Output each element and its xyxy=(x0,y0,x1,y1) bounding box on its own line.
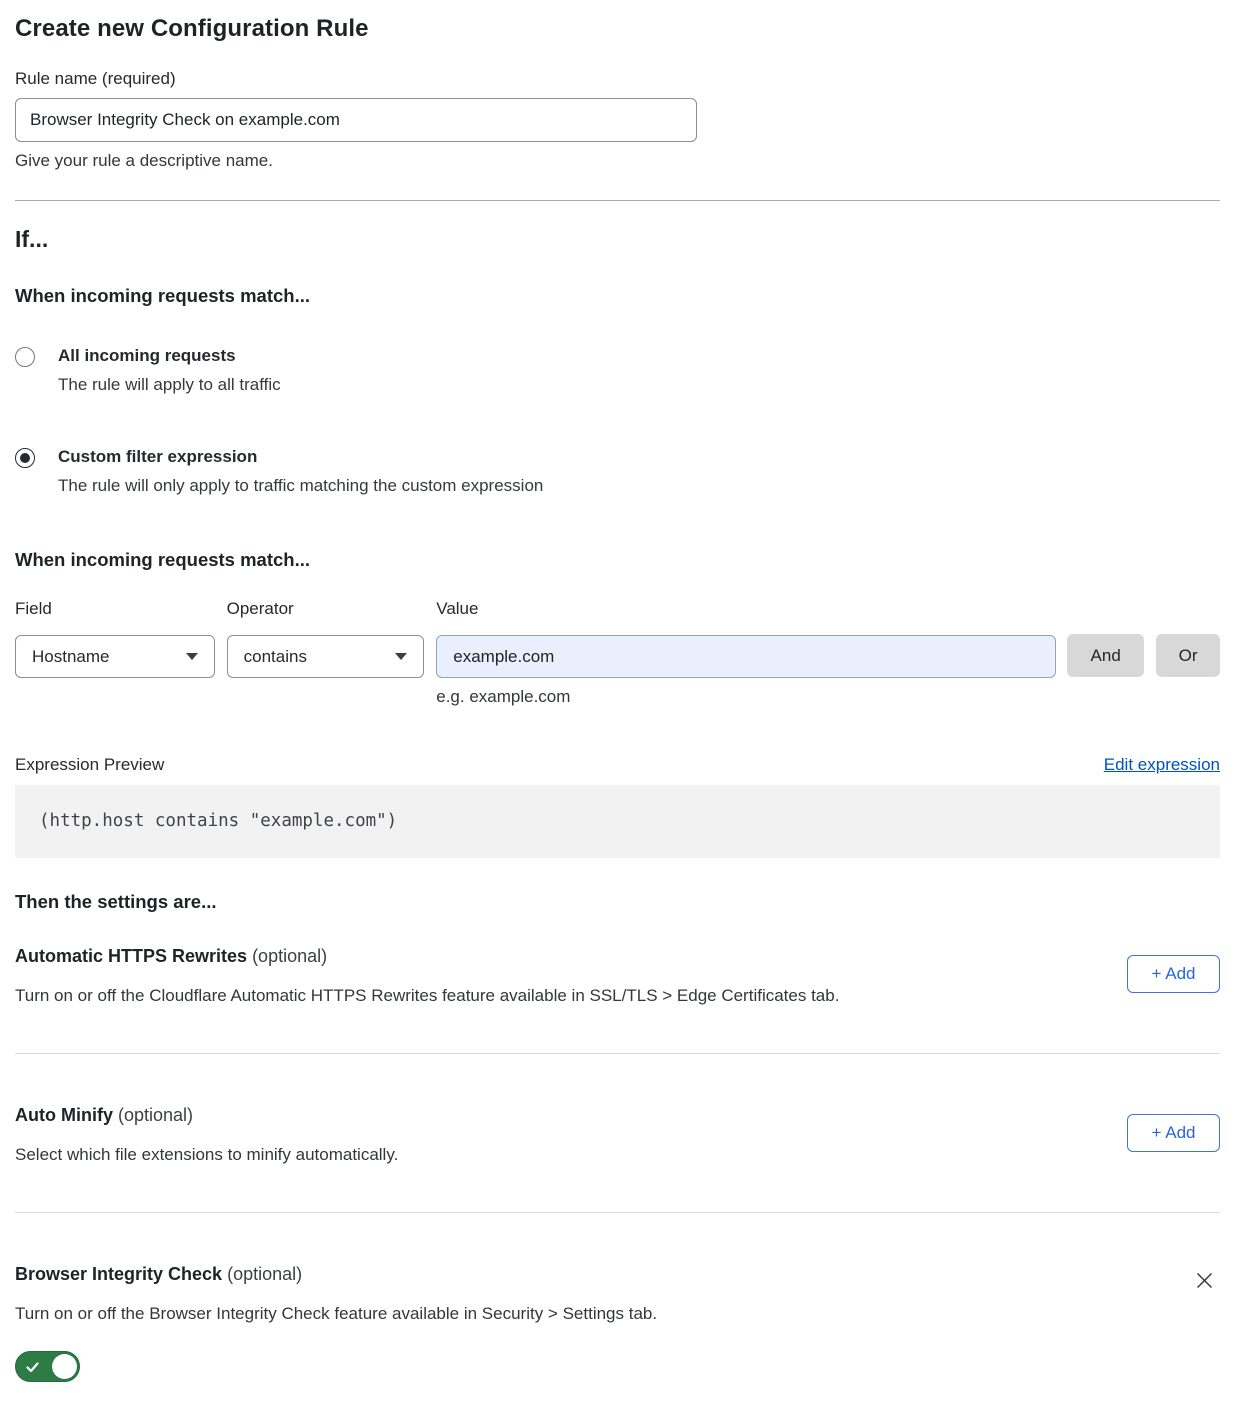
setting-optional-tag: (optional) xyxy=(227,1264,302,1284)
value-label: Value xyxy=(436,599,1056,619)
filter-expression-row: Field Hostname Operator contains Value e… xyxy=(15,599,1220,707)
setting-divider xyxy=(15,1212,1220,1213)
setting-optional-tag: (optional) xyxy=(252,946,327,966)
radio-label: All incoming requests xyxy=(58,346,281,366)
setting-texts: Browser Integrity Check (optional) Turn … xyxy=(15,1264,657,1387)
field-label: Field xyxy=(15,599,215,619)
setting-texts: Auto Minify (optional) Select which file… xyxy=(15,1105,398,1165)
setting-title: Auto Minify (optional) xyxy=(15,1105,398,1126)
setting-texts: Automatic HTTPS Rewrites (optional) Turn… xyxy=(15,946,839,1006)
field-select-value: Hostname xyxy=(32,647,109,667)
chevron-down-icon xyxy=(395,653,407,660)
setting-description: Turn on or off the Browser Integrity Che… xyxy=(15,1304,657,1324)
value-input[interactable] xyxy=(436,635,1056,678)
value-column: Value e.g. example.com xyxy=(436,599,1056,707)
remove-setting-button[interactable] xyxy=(1191,1267,1217,1293)
create-configuration-rule-page: Create new Configuration Rule Rule name … xyxy=(0,15,1237,1407)
expression-preview-label: Expression Preview xyxy=(15,755,164,775)
setting-description: Select which file extensions to minify a… xyxy=(15,1145,398,1165)
operator-column: Operator contains xyxy=(227,599,425,678)
page-title: Create new Configuration Rule xyxy=(15,15,1220,43)
setting-title: Browser Integrity Check (optional) xyxy=(15,1264,657,1285)
field-select[interactable]: Hostname xyxy=(15,635,215,678)
add-automatic-https-rewrites-button[interactable]: + Add xyxy=(1127,955,1220,993)
setting-automatic-https-rewrites: Automatic HTTPS Rewrites (optional) Turn… xyxy=(15,946,1220,1006)
edit-expression-link[interactable]: Edit expression xyxy=(1104,755,1220,775)
setting-auto-minify: Auto Minify (optional) Select which file… xyxy=(15,1105,1220,1165)
setting-name: Automatic HTTPS Rewrites xyxy=(15,946,247,966)
radio-button-icon[interactable] xyxy=(15,347,35,367)
rule-name-label: Rule name (required) xyxy=(15,69,1220,89)
chevron-down-icon xyxy=(186,653,198,660)
setting-name: Auto Minify xyxy=(15,1105,113,1125)
operator-label: Operator xyxy=(227,599,425,619)
or-button[interactable]: Or xyxy=(1156,634,1220,677)
radio-texts: All incoming requests The rule will appl… xyxy=(58,346,281,395)
field-column: Field Hostname xyxy=(15,599,215,678)
add-auto-minify-button[interactable]: + Add xyxy=(1127,1114,1220,1152)
settings-heading: Then the settings are... xyxy=(15,891,1220,913)
toggle-knob[interactable] xyxy=(52,1354,77,1379)
radio-custom-filter-expression[interactable]: Custom filter expression The rule will o… xyxy=(15,447,1220,496)
expression-preview-code: (http.host contains "example.com") xyxy=(15,785,1220,858)
match-heading: When incoming requests match... xyxy=(15,285,1220,307)
setting-divider xyxy=(15,1053,1220,1054)
radio-description: The rule will apply to all traffic xyxy=(58,375,281,395)
radio-button-icon[interactable] xyxy=(15,448,35,468)
radio-description: The rule will only apply to traffic matc… xyxy=(58,476,543,496)
if-heading: If... xyxy=(15,226,1220,253)
value-help: e.g. example.com xyxy=(436,687,1056,707)
expression-preview-row: Expression Preview Edit expression xyxy=(15,755,1220,775)
setting-description: Turn on or off the Cloudflare Automatic … xyxy=(15,986,839,1006)
rule-name-input[interactable] xyxy=(15,98,697,142)
rule-name-help: Give your rule a descriptive name. xyxy=(15,151,1220,171)
section-divider xyxy=(15,200,1220,201)
filter-heading: When incoming requests match... xyxy=(15,549,1220,571)
setting-browser-integrity-check: Browser Integrity Check (optional) Turn … xyxy=(15,1264,1220,1387)
radio-label: Custom filter expression xyxy=(58,447,543,467)
setting-name: Browser Integrity Check xyxy=(15,1264,222,1284)
check-icon xyxy=(24,1358,41,1375)
setting-title: Automatic HTTPS Rewrites (optional) xyxy=(15,946,839,967)
radio-texts: Custom filter expression The rule will o… xyxy=(58,447,543,496)
operator-select-value: contains xyxy=(244,647,307,667)
close-icon xyxy=(1195,1271,1214,1290)
request-match-radio-group: All incoming requests The rule will appl… xyxy=(15,346,1220,496)
browser-integrity-check-toggle[interactable] xyxy=(15,1351,80,1382)
and-button[interactable]: And xyxy=(1067,634,1144,677)
setting-optional-tag: (optional) xyxy=(118,1105,193,1125)
operator-select[interactable]: contains xyxy=(227,635,425,678)
radio-all-incoming-requests[interactable]: All incoming requests The rule will appl… xyxy=(15,346,1220,395)
